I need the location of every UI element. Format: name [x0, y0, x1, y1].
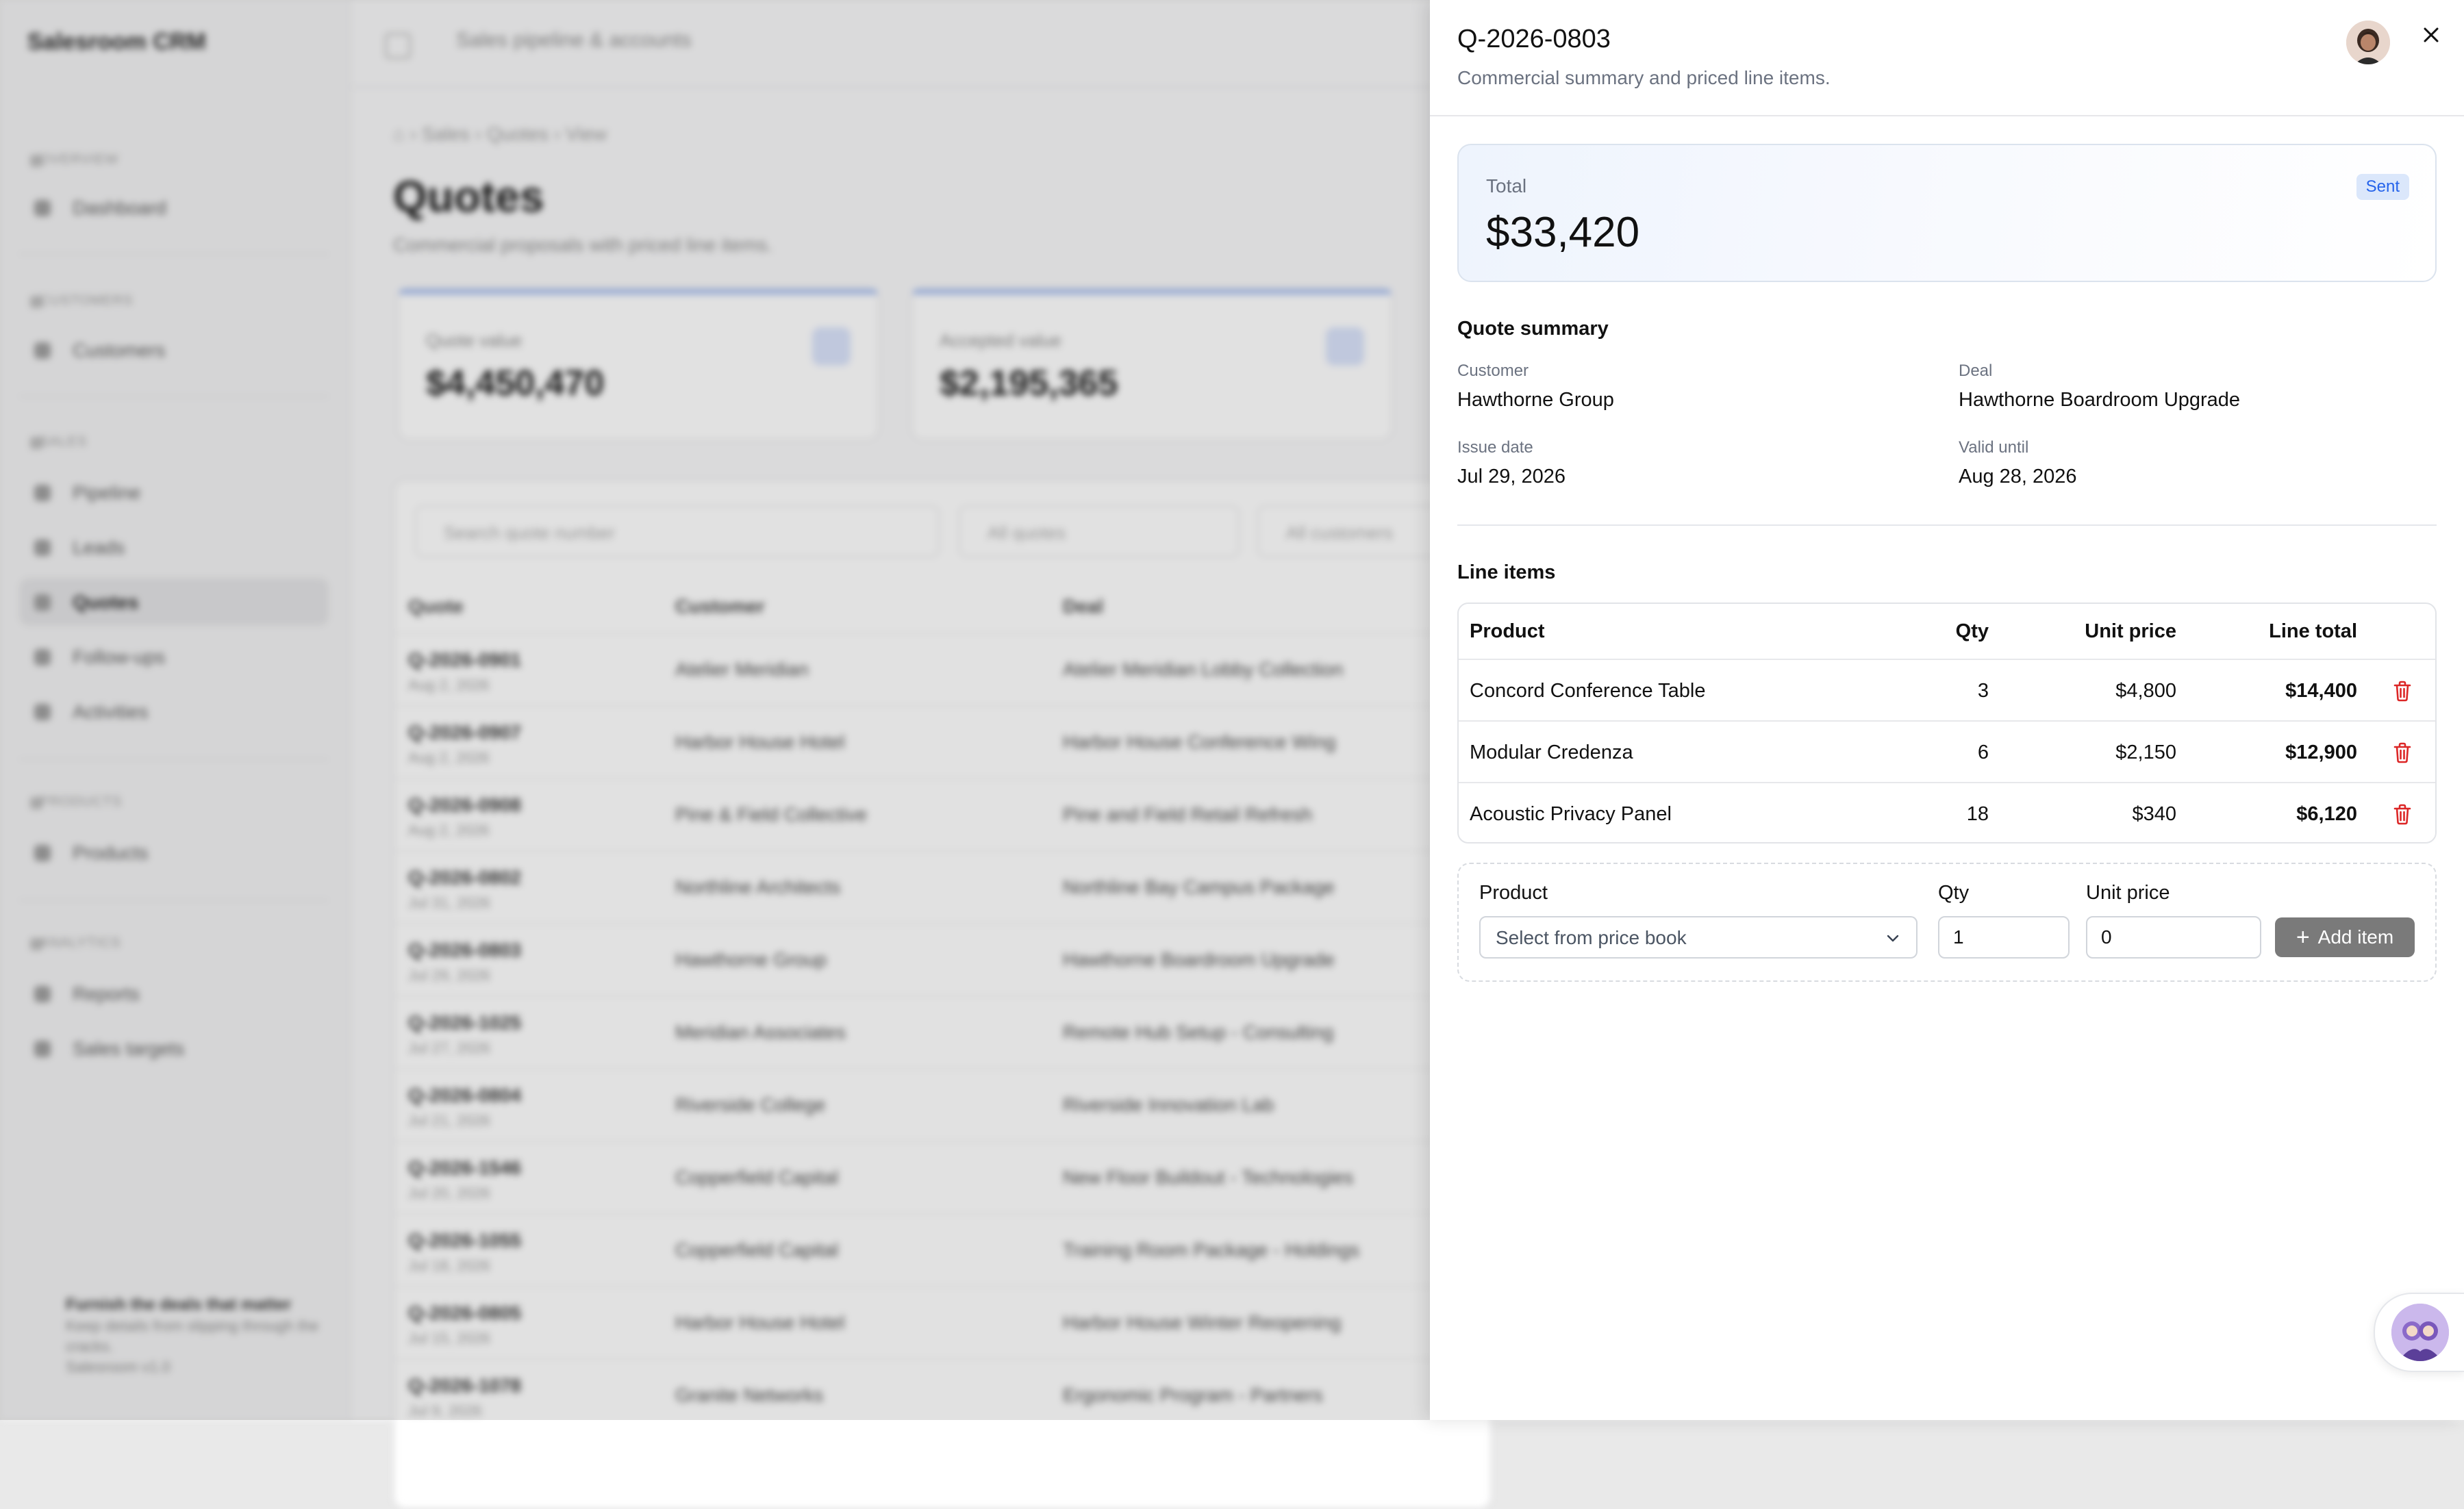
valid-until-value: Aug 28, 2026: [1959, 466, 2077, 487]
line-item-unit-price: $2,150: [2115, 741, 2176, 763]
assistant-avatar-icon: [2391, 1304, 2449, 1361]
drawer-title: Q-2026-0803: [1457, 25, 1611, 53]
unit-price-field-label: Unit price: [2086, 882, 2170, 904]
total-value: $33,420: [1486, 209, 1640, 256]
product-field-label: Product: [1479, 882, 1548, 904]
issue-date-label: Issue date: [1457, 438, 1533, 457]
close-button[interactable]: [2416, 21, 2446, 51]
drawer-header: Q-2026-0803 Commercial summary and price…: [1430, 0, 2464, 116]
delete-line-item-button[interactable]: [2389, 722, 2416, 783]
line-item-product: Concord Conference Table: [1470, 679, 1706, 702]
column-header-product: Product: [1470, 620, 1545, 642]
line-item-unit-price: $340: [2132, 802, 2176, 825]
assistant-icon: [2391, 1304, 2449, 1361]
plus-icon: +: [2296, 924, 2310, 950]
line-item-total: $6,120: [2296, 802, 2357, 825]
line-item-qty: 3: [1977, 679, 1989, 702]
drawer-subtitle: Commercial summary and priced line items…: [1457, 67, 1831, 88]
line-item-product: Modular Credenza: [1470, 741, 1633, 763]
total-card: Total $33,420 Sent: [1457, 144, 2437, 282]
column-header-line-total: Line total: [2269, 620, 2357, 642]
line-item-total: $12,900: [2285, 741, 2357, 763]
trash-icon: [2393, 681, 2411, 702]
line-item-product: Acoustic Privacy Panel: [1470, 802, 1672, 825]
column-header-qty: Qty: [1955, 620, 1989, 642]
qty-input[interactable]: [1938, 916, 2070, 959]
product-select[interactable]: Select from price book: [1479, 916, 1918, 959]
section-divider: [1457, 524, 2437, 526]
deal-value: Hawthorne Boardroom Upgrade: [1959, 389, 2241, 411]
unit-price-input[interactable]: [2086, 916, 2261, 959]
status-badge: Sent: [2356, 174, 2409, 200]
line-items-table: Product Qty Unit price Line total Concor…: [1457, 603, 2437, 844]
table-header: Product Qty Unit price Line total: [1459, 604, 2435, 659]
quote-detail-drawer: Q-2026-0803 Commercial summary and price…: [1430, 0, 2464, 1420]
trash-icon: [2393, 742, 2411, 763]
chevron-down-icon: [1887, 935, 1899, 942]
user-avatar-icon: [2346, 21, 2390, 64]
line-item-row: Acoustic Privacy Panel 18 $340 $6,120: [1459, 782, 2435, 842]
product-select-placeholder: Select from price book: [1496, 927, 1687, 948]
customer-label: Customer: [1457, 362, 1529, 380]
avatar[interactable]: [2346, 21, 2390, 64]
add-item-button[interactable]: + Add item: [2275, 917, 2415, 957]
delete-line-item-button[interactable]: [2389, 783, 2416, 842]
close-icon: [2424, 27, 2439, 42]
issue-date-value: Jul 29, 2026: [1457, 466, 1566, 487]
line-item-row: Concord Conference Table 3 $4,800 $14,400: [1459, 659, 2435, 722]
add-line-item-form: Product Qty Unit price Select from price…: [1457, 863, 2437, 982]
customer-value: Hawthorne Group: [1457, 389, 1614, 411]
line-item-total: $14,400: [2285, 679, 2357, 702]
line-item-qty: 18: [1966, 802, 1989, 825]
qty-field-label: Qty: [1938, 882, 1970, 904]
line-item-row: Modular Credenza 6 $2,150 $12,900: [1459, 720, 2435, 783]
delete-line-item-button[interactable]: [2389, 660, 2416, 722]
column-header-unit-price: Unit price: [2085, 620, 2176, 642]
total-label: Total: [1486, 175, 1527, 196]
quote-summary-heading: Quote summary: [1457, 318, 1609, 340]
help-assistant-button[interactable]: [2374, 1293, 2464, 1372]
add-item-label: Add item: [2317, 926, 2394, 948]
deal-label: Deal: [1959, 362, 1993, 380]
line-items-heading: Line items: [1457, 561, 1556, 583]
trash-icon: [2393, 804, 2411, 825]
line-item-unit-price: $4,800: [2115, 679, 2176, 702]
line-item-qty: 6: [1977, 741, 1989, 763]
valid-until-label: Valid until: [1959, 438, 2029, 457]
